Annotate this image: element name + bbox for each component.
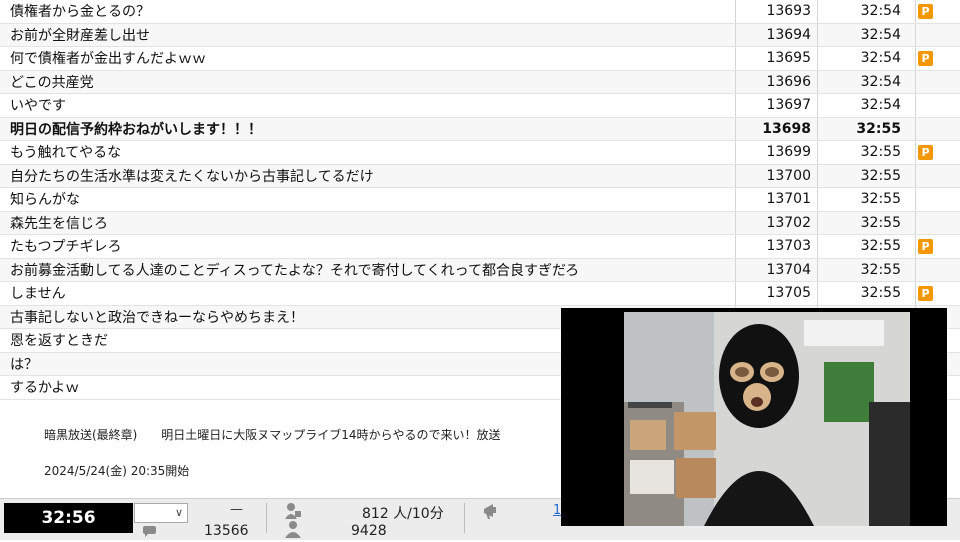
comment-row[interactable]: たもつプチギレろ 13703 32:55 P bbox=[0, 235, 960, 259]
comment-text: たもつプチギレろ bbox=[0, 235, 736, 258]
broadcast-title-text: 暗黒放送(最終章) bbox=[44, 428, 138, 442]
comment-mode-value: — bbox=[230, 502, 243, 517]
premium-cell: P bbox=[916, 282, 960, 305]
comment-number: 13696 bbox=[736, 70, 818, 93]
premium-cell: P bbox=[916, 235, 960, 258]
comment-text: 明日の配信予約枠おねがいします！！！ bbox=[0, 117, 736, 140]
broadcast-subtitle-text: 明日土曜日に大阪ヌマップライブ14時からやるので来い！放送 bbox=[161, 428, 501, 442]
comment-text: お前募金活動してる人達のことディスってたよな？それで寄付してくれって都合良すぎだ… bbox=[0, 258, 736, 281]
comment-number: 13695 bbox=[736, 47, 818, 70]
divider bbox=[266, 503, 267, 533]
comment-row[interactable]: いやです 13697 32:54 bbox=[0, 94, 960, 118]
comment-row[interactable]: 自分たちの生活水準は変えたくないから古事記してるだけ 13700 32:55 bbox=[0, 164, 960, 188]
divider bbox=[464, 503, 465, 533]
comment-text: 知らんがな bbox=[0, 188, 736, 211]
comment-row[interactable]: お前が全財産差し出せ 13694 32:54 bbox=[0, 23, 960, 47]
comment-time: 32:55 bbox=[818, 188, 916, 211]
comment-number: 13697 bbox=[736, 94, 818, 117]
comment-time: 32:55 bbox=[818, 117, 916, 140]
premium-cell: P bbox=[916, 0, 960, 23]
comment-row[interactable]: 知らんがな 13701 32:55 bbox=[0, 188, 960, 212]
comment-number: 13699 bbox=[736, 141, 818, 164]
comment-number: 13693 bbox=[736, 0, 818, 23]
comment-text: 自分たちの生活水準は変えたくないから古事記してるだけ bbox=[0, 164, 736, 187]
comment-number: 13700 bbox=[736, 164, 818, 187]
comment-text: どこの共産党 bbox=[0, 70, 736, 93]
comment-time: 32:55 bbox=[818, 258, 916, 281]
comment-row[interactable]: もう触れてやるな 13699 32:55 P bbox=[0, 141, 960, 165]
premium-cell bbox=[916, 259, 960, 282]
premium-cell bbox=[916, 118, 960, 141]
comment-time: 32:54 bbox=[818, 0, 916, 23]
comment-time: 32:54 bbox=[818, 23, 916, 46]
comment-bubbles-icon bbox=[142, 523, 162, 542]
comment-time: 32:55 bbox=[818, 211, 916, 234]
megaphone-icon[interactable] bbox=[481, 501, 501, 525]
comment-row[interactable]: しません 13705 32:55 P bbox=[0, 282, 960, 306]
comment-text: しません bbox=[0, 282, 736, 305]
total-comment-count: 13566 bbox=[204, 523, 249, 539]
camera-image bbox=[624, 312, 910, 526]
comment-number: 13694 bbox=[736, 23, 818, 46]
comment-row[interactable]: どこの共産党 13696 32:54 bbox=[0, 70, 960, 94]
comment-text: 債権者から金とるの？ bbox=[0, 0, 736, 23]
comment-number: 13698 bbox=[736, 117, 818, 140]
comment-text: もう触れてやるな bbox=[0, 141, 736, 164]
premium-cell bbox=[916, 165, 960, 188]
premium-cell bbox=[916, 24, 960, 47]
comment-row[interactable]: 何で債権者が金出すんだよｗｗ 13695 32:54 P bbox=[0, 47, 960, 71]
total-viewers: 9428 bbox=[351, 523, 387, 539]
premium-badge-icon: P bbox=[918, 238, 933, 254]
chevron-down-icon: ∨ bbox=[174, 506, 183, 519]
premium-cell: P bbox=[916, 47, 960, 70]
comment-time: 32:55 bbox=[818, 141, 916, 164]
comment-time: 32:55 bbox=[818, 282, 916, 305]
premium-cell bbox=[916, 94, 960, 117]
premium-badge-icon: P bbox=[918, 285, 933, 301]
broadcast-title: 暗黒放送(最終章) 明日土曜日に大阪ヌマップライブ14時からやるので来い！放送 bbox=[44, 426, 520, 443]
comment-number: 13705 bbox=[736, 282, 818, 305]
comment-time: 32:54 bbox=[818, 70, 916, 93]
camera-overlay bbox=[561, 308, 947, 526]
comment-text: 何で債権者が金出すんだよｗｗ bbox=[0, 47, 736, 70]
comment-number: 13703 bbox=[736, 235, 818, 258]
premium-cell: P bbox=[916, 141, 960, 164]
comment-row[interactable]: 明日の配信予約枠おねがいします！！！ 13698 32:55 bbox=[0, 117, 960, 141]
elapsed-clock: 32:56 bbox=[4, 503, 133, 533]
comment-time: 32:55 bbox=[818, 235, 916, 258]
comment-text: お前が全財産差し出せ bbox=[0, 23, 736, 46]
comment-mode-dropdown[interactable]: ∨ bbox=[134, 503, 188, 523]
comment-number: 13702 bbox=[736, 211, 818, 234]
person-icon bbox=[284, 520, 302, 542]
viewers-per-10min: 812 人/10分 bbox=[362, 506, 444, 522]
comment-time: 32:55 bbox=[818, 164, 916, 187]
premium-badge-icon: P bbox=[918, 3, 933, 19]
comment-row[interactable]: 債権者から金とるの？ 13693 32:54 P bbox=[0, 0, 960, 24]
comment-time: 32:54 bbox=[818, 94, 916, 117]
comment-row[interactable]: お前募金活動してる人達のことディスってたよな？それで寄付してくれって都合良すぎだ… bbox=[0, 258, 960, 282]
premium-cell bbox=[916, 71, 960, 94]
comment-time: 32:54 bbox=[818, 47, 916, 70]
comment-text: いやです bbox=[0, 94, 736, 117]
premium-cell bbox=[916, 212, 960, 235]
premium-badge-icon: P bbox=[918, 50, 933, 66]
comment-row[interactable]: 森先生を信じろ 13702 32:55 bbox=[0, 211, 960, 235]
premium-badge-icon: P bbox=[918, 144, 933, 160]
broadcast-start-time: 2024/5/24(金) 20:35開始 bbox=[44, 464, 190, 478]
premium-cell bbox=[916, 188, 960, 211]
comment-text: 森先生を信じろ bbox=[0, 211, 736, 234]
comment-number: 13704 bbox=[736, 258, 818, 281]
comment-number: 13701 bbox=[736, 188, 818, 211]
